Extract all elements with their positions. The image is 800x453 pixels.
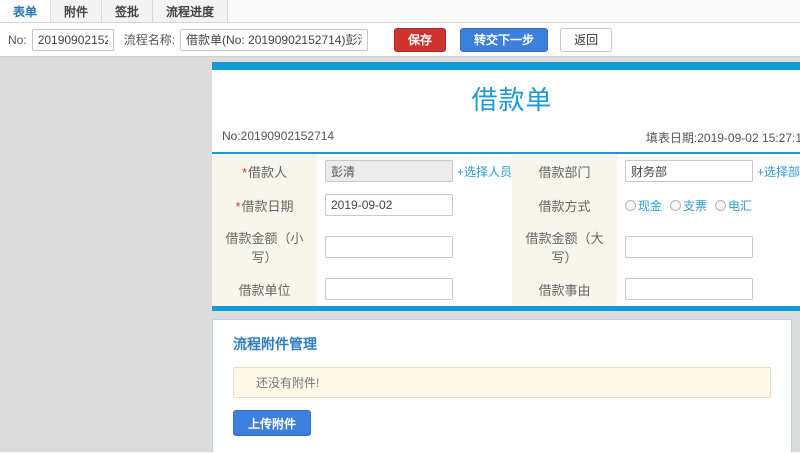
tab-progress-label: 流程进度 xyxy=(166,4,215,19)
amount-big-input[interactable] xyxy=(625,236,753,258)
form-meta-row: No:20190902152714 填表日期:2019-09-02 15:27:… xyxy=(212,125,800,154)
loan-date-input[interactable] xyxy=(325,194,453,216)
panel-bottom-accent xyxy=(212,306,800,311)
tab-form-label: 表单 xyxy=(13,4,38,19)
borrower-input[interactable] xyxy=(325,160,453,182)
department-label: 借款部门 xyxy=(512,154,617,188)
select-department-link[interactable]: +选择部门 xyxy=(757,163,800,180)
form-grid: *借款人 +选择人员 借款部门 +选择部门 *借款日期 借款 xyxy=(212,154,800,306)
required-mark: * xyxy=(235,198,241,214)
attachments-title: 流程附件管理 xyxy=(233,336,317,352)
department-input[interactable] xyxy=(625,160,753,182)
form-title: 借款单 xyxy=(471,85,553,115)
loan-reason-input[interactable] xyxy=(625,278,753,300)
tab-approval-label: 签批 xyxy=(115,4,140,19)
attachments-panel: 流程附件管理 还没有附件! 上传附件 xyxy=(212,319,792,452)
no-input[interactable] xyxy=(31,28,114,51)
radio-cheque[interactable]: 支票 xyxy=(670,197,707,214)
no-attachments-notice: 还没有附件! xyxy=(233,367,771,398)
page-background: 借款单 No:20190902152714 填表日期:2019-09-02 15… xyxy=(0,57,800,452)
loan-unit-field xyxy=(317,272,512,306)
form-date-text: 填表日期:2019-09-02 15:27:1 xyxy=(645,131,800,145)
command-bar: No: 流程名称: 保存 转交下一步 返回 xyxy=(0,23,800,57)
loan-reason-label: 借款事由 xyxy=(512,272,617,306)
loan-method-field: 现金 支票 电汇 xyxy=(617,188,800,222)
form-no-text: No:20190902152714 xyxy=(222,129,335,143)
radio-circle-icon xyxy=(670,199,682,211)
process-name-input[interactable] xyxy=(180,28,369,51)
required-mark: * xyxy=(241,164,248,180)
amount-small-label: 借款金额（小写） xyxy=(212,222,317,272)
process-name-label: 流程名称: xyxy=(123,33,176,47)
radio-cash-label: 现金 xyxy=(638,198,663,213)
select-person-link[interactable]: +选择人员 xyxy=(457,163,512,180)
loan-reason-field xyxy=(617,272,800,306)
radio-wire[interactable]: 电汇 xyxy=(715,197,752,214)
radio-wire-label: 电汇 xyxy=(728,198,753,213)
loan-date-field xyxy=(317,188,512,222)
amount-big-label: 借款金额（大写） xyxy=(512,222,617,272)
next-step-button[interactable]: 转交下一步 xyxy=(460,27,549,52)
amount-big-field xyxy=(617,222,800,272)
amount-small-field xyxy=(317,222,512,272)
tab-attachment-label: 附件 xyxy=(64,4,89,19)
radio-cheque-label: 支票 xyxy=(683,198,708,213)
loan-unit-input[interactable] xyxy=(325,278,453,300)
tab-bar: 表单 附件 签批 流程进度 xyxy=(0,0,800,23)
radio-circle-icon xyxy=(715,199,727,211)
radio-cash[interactable]: 现金 xyxy=(625,197,662,214)
tab-attachment[interactable]: 附件 xyxy=(51,0,103,22)
back-button[interactable]: 返回 xyxy=(560,27,613,52)
save-button[interactable]: 保存 xyxy=(394,27,447,52)
main-column: 借款单 No:20190902152714 填表日期:2019-09-02 15… xyxy=(212,62,800,452)
loan-method-label: 借款方式 xyxy=(512,188,617,222)
department-field: +选择部门 xyxy=(617,154,800,188)
loan-unit-label: 借款单位 xyxy=(212,272,317,306)
loan-date-label: *借款日期 xyxy=(212,188,317,222)
amount-small-input[interactable] xyxy=(325,236,453,258)
tab-progress[interactable]: 流程进度 xyxy=(153,0,229,22)
tab-approval[interactable]: 签批 xyxy=(102,0,154,22)
loan-form-panel: 借款单 No:20190902152714 填表日期:2019-09-02 15… xyxy=(212,62,800,311)
radio-circle-icon xyxy=(625,199,636,211)
borrower-field: +选择人员 xyxy=(317,154,512,188)
borrower-label: *借款人 xyxy=(212,154,317,188)
tab-form[interactable]: 表单 xyxy=(0,0,52,22)
no-label: No: xyxy=(8,32,27,47)
panel-top-accent xyxy=(212,62,800,70)
upload-attachment-button[interactable]: 上传附件 xyxy=(233,410,312,436)
